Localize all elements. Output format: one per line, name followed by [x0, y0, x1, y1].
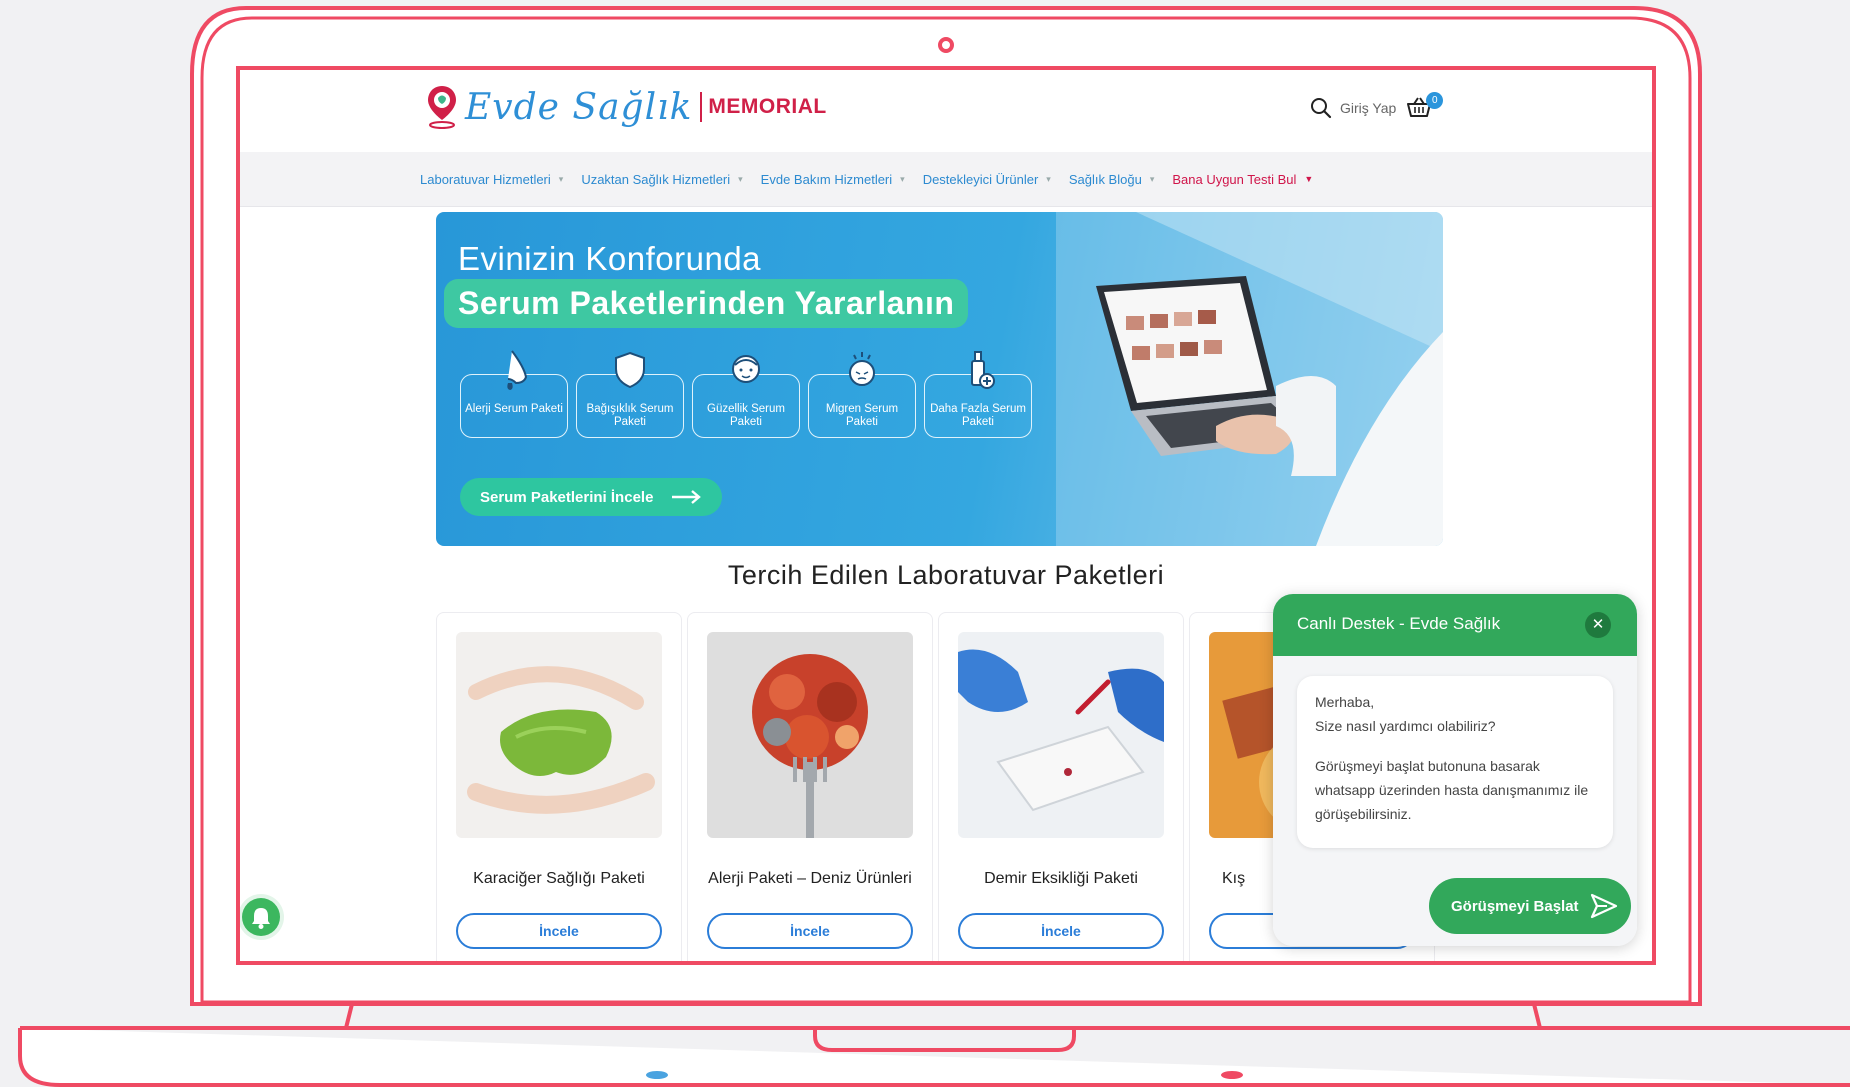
- seafood-product-image: [707, 632, 913, 838]
- product-detail-button[interactable]: İncele: [958, 913, 1164, 949]
- serum-bottle-icon: [971, 351, 995, 389]
- chat-title: Canlı Destek - Evde Sağlık: [1297, 614, 1501, 633]
- start-chat-label: Görüşmeyi Başlat: [1451, 897, 1579, 915]
- chevron-down-icon: ▾: [900, 173, 905, 184]
- bell-icon: [252, 908, 270, 929]
- service-beauty-serum[interactable]: Güzellik Serum Paketi: [692, 355, 800, 438]
- caret-down-icon: ▼: [1304, 174, 1314, 184]
- product-title: Kış: [1222, 870, 1246, 887]
- main-navigation: Laboratuvar Hizmetleri ▾ Uzaktan Sağlık H…: [240, 152, 1652, 207]
- nav-item-find-test[interactable]: Bana Uygun Testi Bul ▼: [1172, 172, 1313, 187]
- close-icon[interactable]: ✕: [1585, 612, 1611, 638]
- location-pin-icon: [428, 86, 456, 129]
- nav-item-label: Laboratuvar Hizmetleri: [420, 171, 551, 187]
- nav-item-label: Destekleyici Ürünler: [922, 171, 1039, 187]
- service-label: Bağışıklık Serum Paketi: [586, 403, 674, 428]
- nav-item-health-blog[interactable]: Sağlık Bloğu ▾: [1069, 172, 1155, 187]
- service-more-serum[interactable]: Daha Fazla Serum Paketi: [924, 351, 1032, 438]
- laptop-photo-illustration: [1096, 276, 1336, 476]
- chat-greeting: Merhaba,: [1315, 694, 1375, 710]
- header-actions: Giriş Yap 0: [1310, 92, 1444, 120]
- chevron-down-icon: ▾: [738, 173, 743, 184]
- live-chat-widget: Canlı Destek - Evde Sağlık ✕ Merhaba, Si…: [1273, 594, 1637, 946]
- nav-item-home-care[interactable]: Evde Bakım Hizmetleri ▾: [761, 172, 905, 187]
- browser-viewport: Evde Sağlık MEMORIAL Giriş Yap 0 Laborat: [240, 70, 1652, 961]
- chevron-down-icon: ▾: [558, 173, 564, 184]
- service-allergy-serum[interactable]: Alerji Serum Paketi: [460, 350, 568, 438]
- nose-icon: [507, 350, 528, 390]
- product-detail-button[interactable]: İncele: [456, 913, 662, 949]
- chat-header: Canlı Destek - Evde Sağlık ✕: [1273, 594, 1637, 656]
- nav-item-supportive-products[interactable]: Destekleyici Ürünler ▾: [923, 172, 1051, 187]
- shield-icon: [615, 351, 645, 389]
- hero-banner[interactable]: Evinizin Konforunda Serum Paketlerinden …: [436, 212, 1443, 546]
- cart-count-badge: 0: [1426, 92, 1444, 109]
- nav-item-telehealth[interactable]: Uzaktan Sağlık Hizmetleri ▾: [581, 172, 742, 187]
- product-card[interactable]: Alerji Paketi – Deniz Ürünleri İncele: [687, 612, 933, 961]
- service-label: Alerji Serum Paketi: [465, 403, 563, 415]
- cart-button[interactable]: 0: [1406, 92, 1444, 120]
- chat-message-bubble: Merhaba, Size nasıl yardımcı olabiliriz?…: [1297, 676, 1613, 848]
- chat-body: Merhaba, Size nasıl yardımcı olabiliriz?…: [1273, 656, 1637, 946]
- chevron-down-icon: ▾: [1046, 173, 1051, 184]
- product-title: Demir Eksikliği Paketi: [984, 870, 1138, 887]
- liver-product-image: [456, 632, 662, 838]
- logo-divider: [700, 92, 703, 122]
- nav-item-label: Sağlık Bloğu: [1068, 171, 1142, 187]
- chat-question: Size nasıl yardımcı olabiliriz?: [1315, 718, 1496, 734]
- login-link[interactable]: Giriş Yap: [1340, 100, 1396, 116]
- cta-label: Serum Paketlerini İncele: [480, 488, 654, 506]
- nav-item-label: Uzaktan Sağlık Hizmetleri: [581, 171, 731, 187]
- product-title: Alerji Paketi – Deniz Ürünleri: [708, 870, 912, 887]
- product-detail-button[interactable]: İncele: [707, 913, 913, 949]
- chevron-down-icon: ▾: [1149, 173, 1155, 184]
- serum-packages-cta-button[interactable]: Serum Paketlerini İncele: [460, 478, 722, 516]
- service-immunity-serum[interactable]: Bağışıklık Serum Paketi: [576, 351, 684, 438]
- logo-brand: MEMORIAL: [708, 95, 827, 118]
- service-migraine-serum[interactable]: Migren Serum Paketi: [808, 352, 916, 438]
- site-header: Evde Sağlık MEMORIAL Giriş Yap 0: [240, 70, 1652, 152]
- send-icon: [1590, 893, 1617, 919]
- start-chat-button[interactable]: Görüşmeyi Başlat: [1429, 878, 1631, 934]
- nav-item-label: Bana Uygun Testi Bul: [1172, 171, 1297, 187]
- product-title: Karaciğer Sağlığı Paketi: [473, 870, 645, 887]
- chat-instructions: Görüşmeyi başlat butonuna basarak whatsa…: [1315, 758, 1589, 822]
- logo-wordmark: Evde Sağlık: [465, 86, 693, 128]
- nav-item-laboratory[interactable]: Laboratuvar Hizmetleri ▾: [420, 172, 563, 187]
- banner-heading: Evinizin Konforunda: [458, 240, 762, 277]
- product-card[interactable]: Karaciğer Sağlığı Paketi İncele: [436, 612, 682, 961]
- site-logo[interactable]: Evde Sağlık MEMORIAL: [425, 84, 827, 130]
- notification-bell-button[interactable]: [242, 898, 280, 936]
- service-label: Daha Fazla Serum Paketi: [930, 403, 1026, 428]
- arrow-right-icon: [672, 490, 702, 504]
- service-label: Güzellik Serum Paketi: [707, 403, 785, 428]
- search-icon[interactable]: [1310, 97, 1332, 119]
- face-icon: [732, 355, 760, 383]
- product-card[interactable]: Demir Eksikliği Paketi İncele: [938, 612, 1184, 961]
- service-label: Migren Serum Paketi: [825, 403, 899, 428]
- nav-item-label: Evde Bakım Hizmetleri: [760, 171, 893, 187]
- banner-highlight-heading: Serum Paketlerinden Yararlanın: [444, 279, 969, 328]
- section-title: Tercih Edilen Laboratuvar Paketleri: [727, 560, 1165, 590]
- iron-test-product-image: [958, 632, 1164, 838]
- headache-icon: [849, 352, 875, 386]
